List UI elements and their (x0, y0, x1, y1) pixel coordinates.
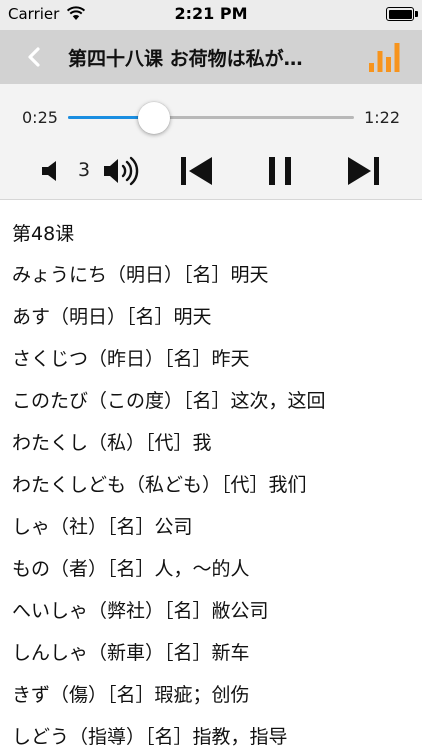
vocabulary-item[interactable]: しんしゃ（新車）［名］新车 (12, 638, 422, 680)
navigation-bar: 第四十八课 お荷物は私が… (0, 30, 422, 84)
volume-down-icon[interactable] (38, 158, 64, 184)
volume-up-icon[interactable] (102, 154, 144, 188)
vocabulary-item[interactable]: もの（者）［名］人，～的人 (12, 554, 422, 596)
battery-icon (386, 7, 418, 21)
vocabulary-item[interactable]: わたくし（私）［代］我 (12, 428, 422, 470)
vocabulary-item[interactable]: きず（傷）［名］瑕疵；创伤 (12, 680, 422, 722)
audio-player: 0:25 1:22 3 (0, 84, 422, 200)
vocabulary-item[interactable]: あす（明日）［名］明天 (12, 302, 422, 344)
vocabulary-list: みょうにち（明日）［名］明天 あす（明日）［名］明天 さくじつ（昨日）［名］昨天… (12, 260, 422, 750)
current-time: 0:25 (22, 108, 58, 127)
progress-thumb[interactable] (137, 102, 170, 134)
vocabulary-item[interactable]: しどう（指導）［名］指教，指导 (12, 722, 422, 750)
chevron-left-icon[interactable] (20, 42, 50, 72)
vocabulary-item[interactable]: みょうにち（明日）［名］明天 (12, 260, 422, 302)
volume-level: 3 (78, 159, 91, 181)
vocabulary-item[interactable]: へいしゃ（弊社）［名］敝公司 (12, 596, 422, 638)
previous-track-icon[interactable] (178, 154, 216, 188)
vocabulary-item[interactable]: さくじつ（昨日）［名］昨天 (12, 344, 422, 386)
vocabulary-item[interactable]: わたくしども（私ども）［代］我们 (12, 470, 422, 512)
progress-slider[interactable] (68, 102, 354, 134)
vocabulary-item[interactable]: このたび（この度）［名］这次，这回 (12, 386, 422, 428)
pause-icon[interactable] (266, 154, 294, 188)
lesson-heading: 第48课 (12, 223, 75, 245)
clock-label: 2:21 PM (174, 4, 248, 23)
lesson-title: 第四十八课 お荷物は私が… (68, 48, 303, 70)
lesson-content: 第48课 みょうにち（明日）［名］明天 あす（明日）［名］明天 さくじつ（昨日）… (0, 201, 422, 750)
next-track-icon[interactable] (344, 154, 382, 188)
total-time: 1:22 (364, 108, 400, 127)
status-bar: Carrier 2:21 PM (0, 0, 422, 30)
bar-chart-icon[interactable] (368, 41, 404, 73)
vocabulary-item[interactable]: しゃ（社）［名］公司 (12, 512, 422, 554)
